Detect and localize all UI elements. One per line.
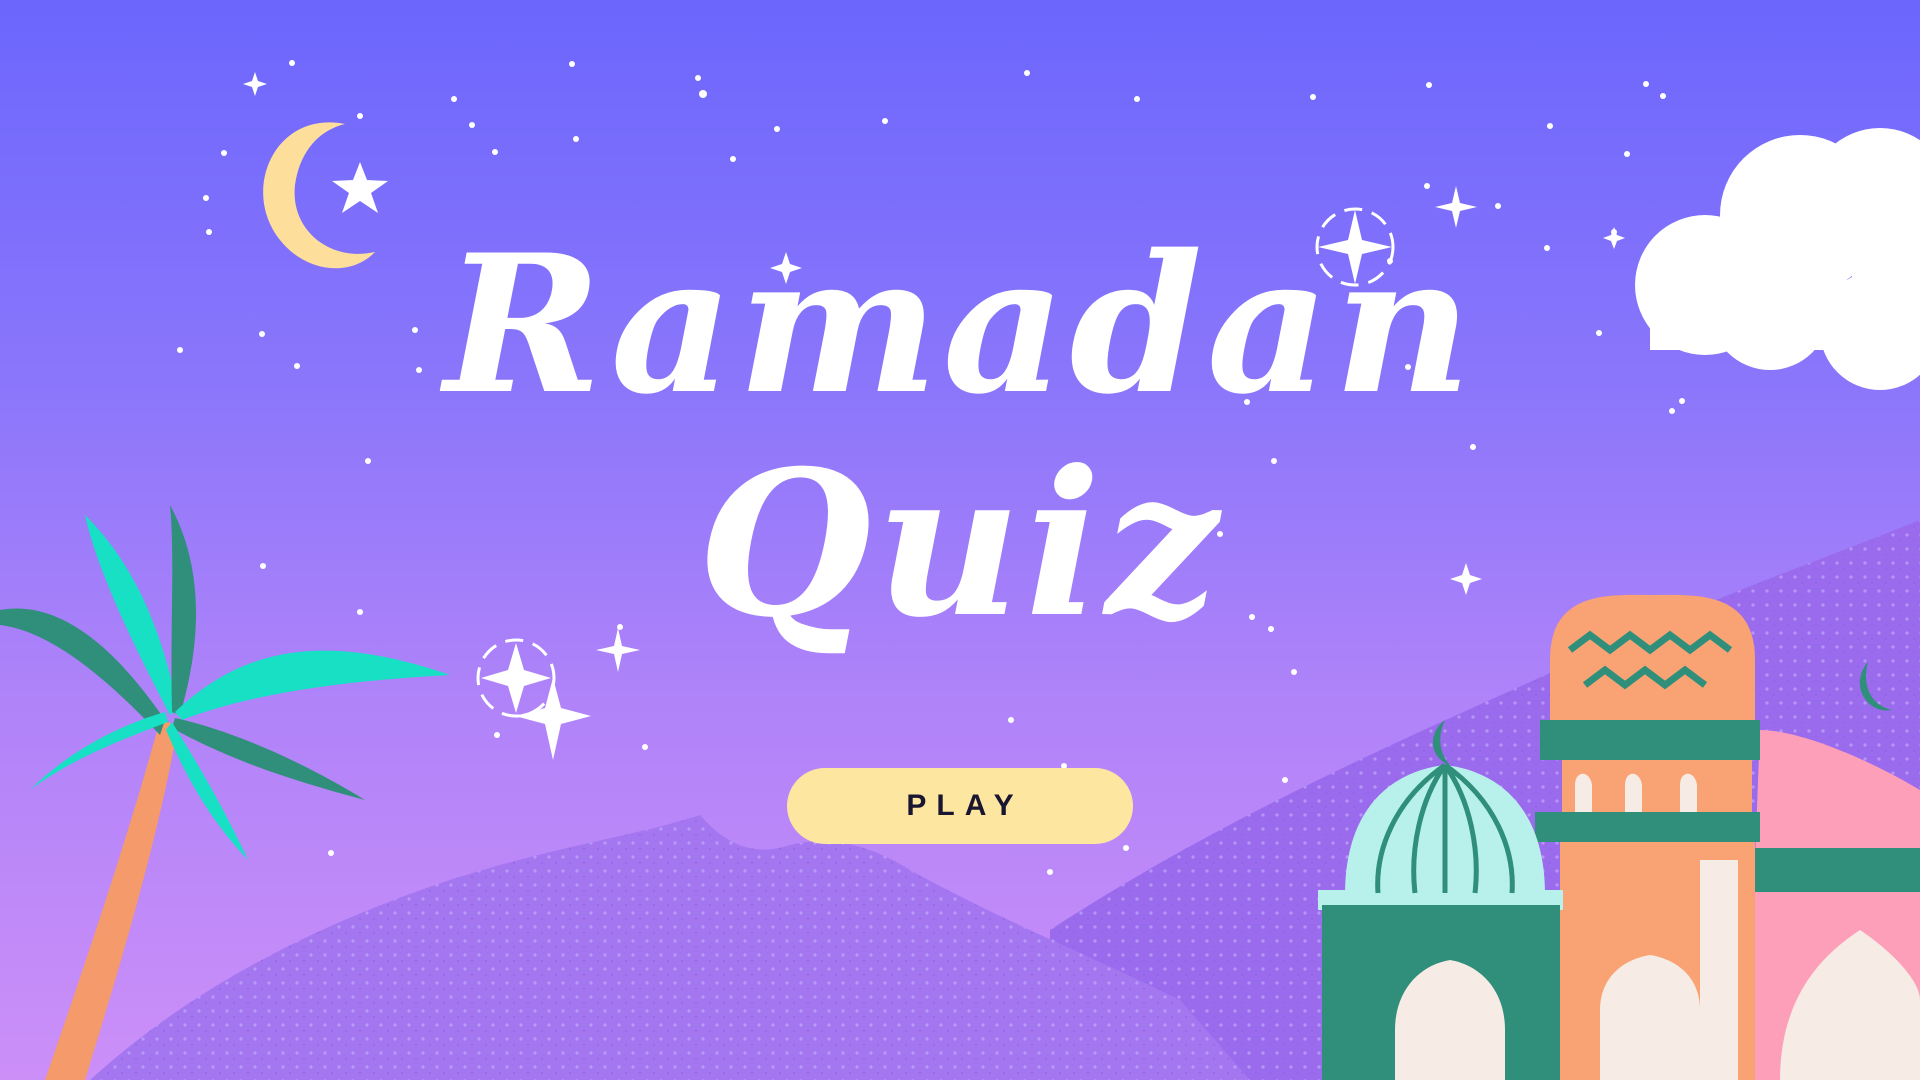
game-title-line2: Quiz bbox=[697, 427, 1223, 662]
game-title-line1: Ramadan bbox=[444, 213, 1476, 436]
play-button[interactable]: PLAY bbox=[787, 768, 1133, 844]
